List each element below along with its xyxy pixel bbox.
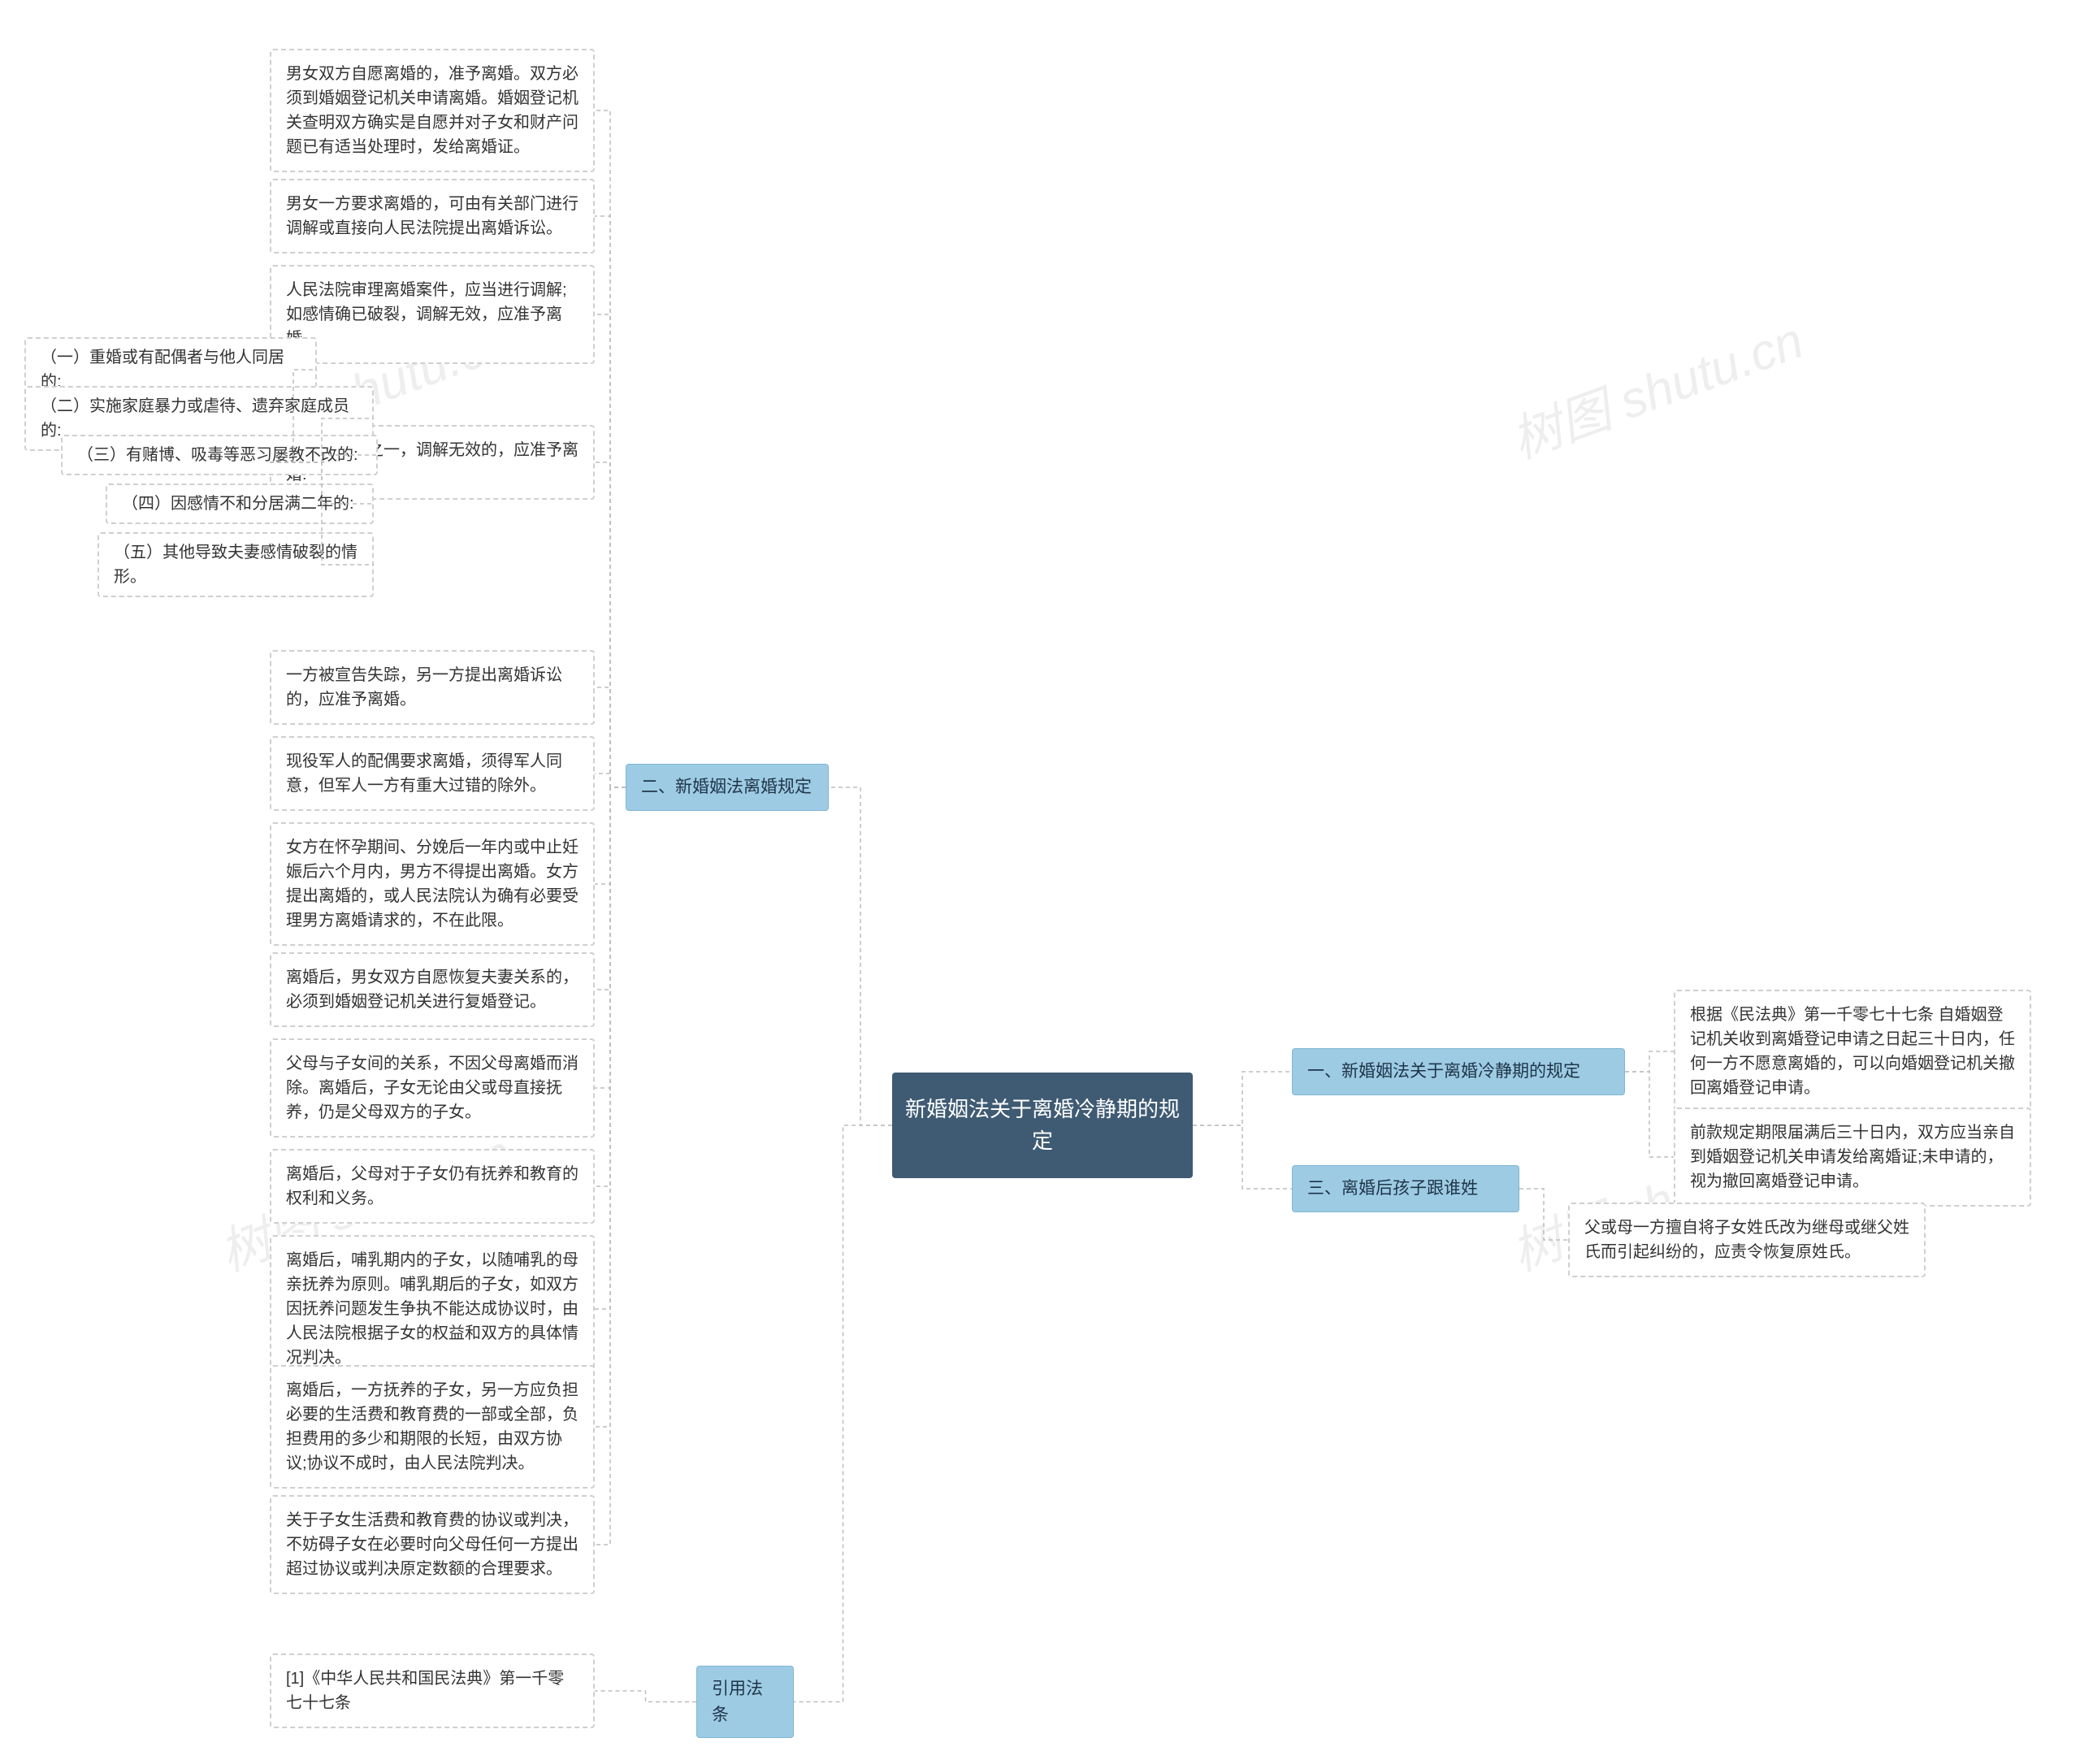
branch-citation: 引用法条	[696, 1666, 794, 1738]
leaf-s2-10: 离婚后，哺乳期内的子女，以随哺乳的母亲抚养为原则。哺乳期后的子女，如双方因抚养问…	[270, 1235, 595, 1383]
leaf-s3-0: 父或母一方擅自将子女姓氏改为继母或继父姓氏而引起纠纷的，应责令恢复原姓氏。	[1568, 1203, 1926, 1277]
leaf-s2-9: 离婚后，父母对于子女仍有抚养和教育的权利和义务。	[270, 1149, 595, 1224]
leaf-s2-5: 现役军人的配偶要求离婚，须得军人同意，但军人一方有重大过错的除外。	[270, 736, 595, 811]
leaf-s2-sub-3: （四）因感情不和分居满二年的:	[106, 483, 374, 524]
leaf-s2-sub-2: （三）有赌博、吸毒等恶习屡教不改的:	[61, 435, 378, 475]
branch-section3: 三、离婚后孩子跟谁姓	[1292, 1165, 1519, 1212]
leaf-s2-2: 人民法院审理离婚案件，应当进行调解;如感情确已破裂，调解无效，应准予离婚。	[270, 265, 595, 364]
leaf-s2-sub-4: （五）其他导致夫妻感情破裂的情形。	[98, 532, 374, 597]
branch-section1: 一、新婚姻法关于离婚冷静期的规定	[1292, 1048, 1625, 1095]
branch-section2: 二、新婚姻法离婚规定	[626, 764, 829, 811]
leaf-s1-1: 前款规定期限届满后三十日内，双方应当亲自到婚姻登记机关申请发给离婚证;未申请的，…	[1674, 1107, 2031, 1207]
root-node: 新婚姻法关于离婚冷静期的规定	[892, 1073, 1193, 1178]
leaf-s2-8: 父母与子女间的关系，不因父母离婚而消除。离婚后，子女无论由父或母直接抚养，仍是父…	[270, 1038, 595, 1138]
leaf-s2-0: 男女双方自愿离婚的，准予离婚。双方必须到婚姻登记机关申请离婚。婚姻登记机关查明双…	[270, 49, 595, 172]
leaf-s2-7: 离婚后，男女双方自愿恢复夫妻关系的，必须到婚姻登记机关进行复婚登记。	[270, 952, 595, 1027]
leaf-s2-6: 女方在怀孕期间、分娩后一年内或中止妊娠后六个月内，男方不得提出离婚。女方提出离婚…	[270, 822, 595, 946]
watermark: 树图 shutu.cn	[1500, 299, 1812, 472]
leaf-citation-0: [1]《中华人民共和国民法典》第一千零七十七条	[270, 1653, 595, 1728]
leaf-s2-11: 离婚后，一方抚养的子女，另一方应负担必要的生活费和教育费的一部或全部，负担费用的…	[270, 1365, 595, 1489]
leaf-s1-0: 根据《民法典》第一千零七十七条 自婚姻登记机关收到离婚登记申请之日起三十日内，任…	[1674, 990, 2031, 1113]
leaf-s2-12: 关于子女生活费和教育费的协议或判决，不妨碍子女在必要时向父母任何一方提出超过协议…	[270, 1495, 595, 1594]
leaf-s2-1: 男女一方要求离婚的，可由有关部门进行调解或直接向人民法院提出离婚诉讼。	[270, 179, 595, 254]
leaf-s2-4: 一方被宣告失踪，另一方提出离婚诉讼的，应准予离婚。	[270, 650, 595, 725]
